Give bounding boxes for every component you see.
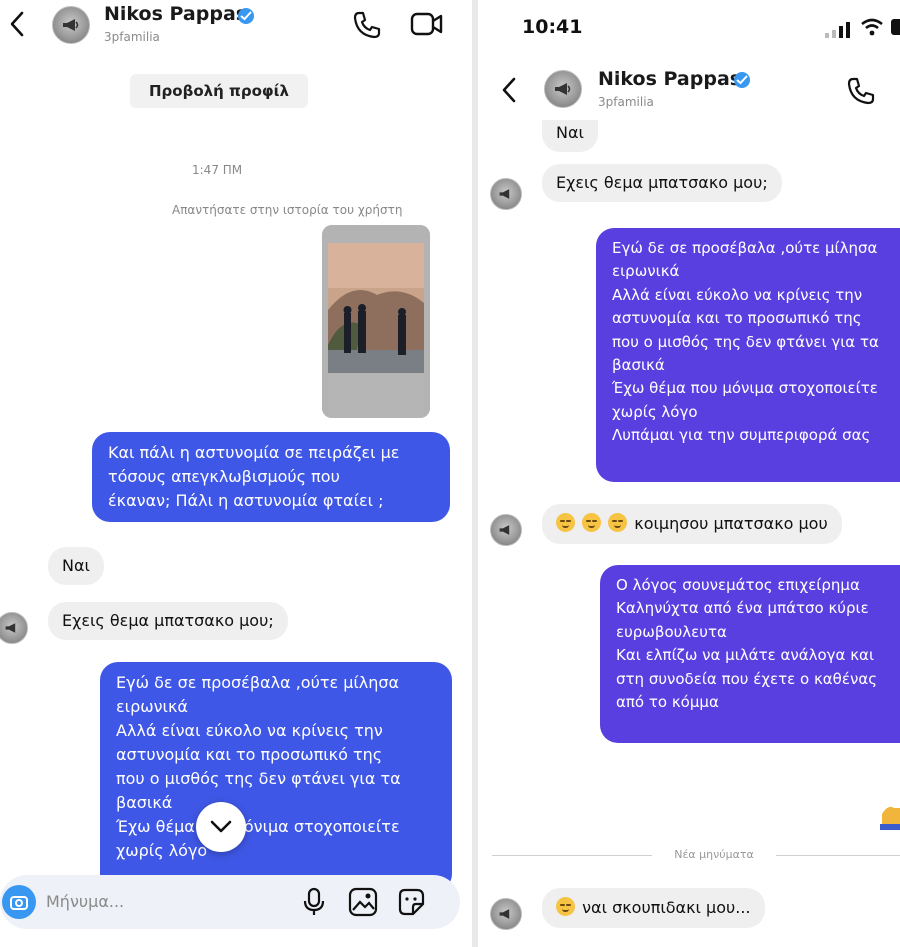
wifi-icon (861, 18, 883, 36)
left-screenshot: Nikos Pappas 3pfamilia Προβολή προφίλ 1:… (0, 0, 472, 947)
video-call-icon[interactable] (410, 10, 444, 38)
gallery-icon[interactable] (348, 887, 378, 917)
battery-icon (891, 19, 900, 35)
microphone-icon[interactable] (302, 887, 326, 917)
right-screenshot: 10:41 Nikos Pappas 3pfamilia Ναι Εχεις θ… (478, 0, 900, 947)
status-bar-time: 10:41 (522, 16, 583, 38)
chevron-down-icon (210, 820, 232, 833)
verified-icon (734, 72, 750, 88)
grimace-emoji-icon (608, 513, 628, 532)
grimace-emoji-icon (582, 513, 602, 532)
sent-message[interactable]: Και πάλι η αστυνομία σε πειράζει με τόσο… (92, 432, 450, 522)
contact-name[interactable]: Nikos Pappas (598, 68, 741, 90)
contact-name[interactable]: Nikos Pappas (104, 3, 247, 25)
view-profile-button[interactable]: Προβολή προφίλ (130, 74, 308, 108)
sent-message[interactable]: Εγώ δε σε προσέβαλα ,ούτε μίλησα ειρωνικ… (596, 228, 900, 482)
back-icon[interactable] (8, 10, 26, 38)
story-reply-note: Απαντήσατε στην ιστορία του χρήστη (172, 203, 403, 217)
received-message[interactable]: ναι σκουπιδακι μου... (542, 888, 765, 928)
grimace-emoji-icon (556, 897, 575, 916)
received-message[interactable]: Εχεις θεμα μπατσακο μου; (542, 164, 782, 202)
sent-message[interactable]: Εγώ δε σε προσέβαλα ,ούτε μίλησα ειρωνικ… (100, 662, 452, 892)
scroll-to-bottom-button[interactable] (196, 802, 246, 852)
received-message[interactable]: Ναι (542, 120, 598, 152)
received-message[interactable]: Ναι (48, 547, 104, 585)
camera-button[interactable] (2, 885, 36, 919)
thumbs-up-icon (880, 806, 900, 830)
cellular-signal-icon (825, 22, 850, 38)
message-text: κοιμησου μπατσακο μου (634, 514, 828, 533)
phone-icon[interactable] (352, 10, 382, 40)
message-text: ναι σκουπιδακι μου... (582, 898, 751, 917)
camera-icon (10, 896, 28, 910)
sender-avatar (490, 514, 522, 546)
message-input[interactable]: Μήνυμα... (46, 875, 266, 929)
back-icon[interactable] (500, 76, 518, 104)
sender-avatar (0, 612, 28, 644)
contact-handle: 3pfamilia (598, 95, 654, 109)
avatar[interactable] (544, 70, 582, 108)
phone-icon[interactable] (846, 76, 876, 106)
received-message[interactable]: Εχεις θεμα μπατσακο μου; (48, 602, 288, 640)
message-timestamp: 1:47 ΠΜ (192, 163, 243, 177)
verified-icon (238, 8, 254, 24)
new-messages-divider (776, 855, 900, 856)
avatar[interactable] (52, 6, 90, 44)
received-message[interactable]: κοιμησου μπατσακο μου (542, 504, 842, 544)
sender-avatar (490, 178, 522, 210)
sticker-icon[interactable] (396, 887, 426, 917)
sent-message[interactable]: Ο λόγος σουνεμάτος επιχείρημα Καληνύχτα … (600, 565, 900, 743)
contact-handle: 3pfamilia (104, 30, 160, 44)
grimace-emoji-icon (556, 513, 575, 532)
sender-avatar (490, 898, 522, 930)
new-messages-divider (492, 855, 652, 856)
message-composer: Μήνυμα... (0, 875, 460, 929)
story-thumbnail[interactable] (322, 225, 430, 418)
new-messages-label: Νέα μηνύματα (674, 848, 754, 861)
